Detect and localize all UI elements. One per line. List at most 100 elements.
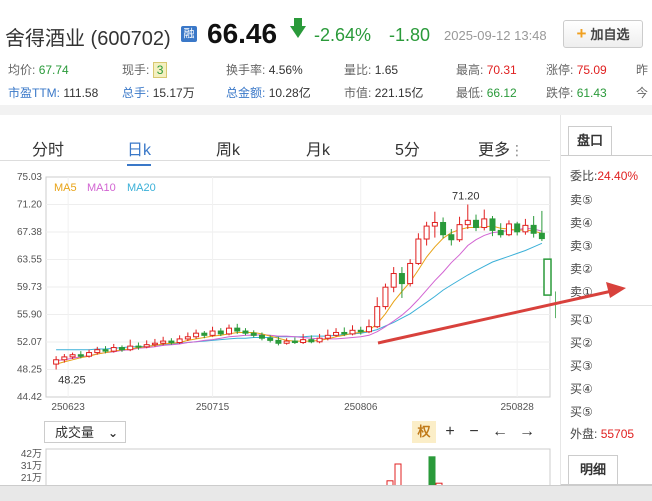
candle-up	[226, 327, 233, 335]
tab-monthly-k[interactable]: 月k	[306, 136, 330, 160]
candle-up	[127, 345, 134, 351]
candle-down	[357, 329, 364, 333]
sell-level-3: 卖③	[570, 239, 593, 253]
bid-ask-divider	[561, 305, 652, 306]
candle-down	[267, 337, 274, 341]
stat-limitdown: 跌停: 61.43	[546, 86, 607, 100]
candle-up	[193, 332, 200, 338]
min-price-label: 48.25	[58, 374, 86, 386]
quote-timestamp: 2025-09-12 13:48	[444, 28, 547, 43]
tab-details[interactable]: 明细	[568, 455, 618, 484]
y-tick-label: 48.25	[17, 364, 42, 375]
tab-more[interactable]: 更多⋮	[478, 136, 524, 160]
tab-timeshare[interactable]: 分时	[32, 136, 64, 160]
stat-volratio: 量比: 1.65	[344, 63, 399, 77]
section-divider	[0, 105, 652, 115]
candle-up	[407, 262, 414, 285]
adjust-rights-button[interactable]: 权	[412, 421, 436, 443]
volume-indicator-select[interactable]: 成交量 ⌄	[44, 421, 126, 443]
stat-total-amount[interactable]: 总金额: 10.28亿	[226, 84, 311, 101]
pan-right-button[interactable]: →	[515, 421, 539, 443]
buy-level-1: 买①	[570, 313, 593, 327]
stat-pe[interactable]: 市盈TTM: 111.58	[8, 84, 98, 101]
zoom-in-button[interactable]: +	[438, 421, 462, 443]
candle-down	[497, 229, 504, 236]
y-tick-label: 67.38	[17, 227, 42, 238]
candle-down	[530, 224, 537, 234]
stat-limitup: 涨停: 75.09	[546, 63, 607, 77]
candle-up	[324, 334, 331, 339]
add-favorite-button[interactable]: + 加自选	[563, 20, 643, 48]
candle-down	[234, 327, 241, 332]
candle-up	[431, 221, 438, 227]
zoom-out-button[interactable]: −	[462, 421, 486, 443]
candle-up	[415, 238, 422, 264]
candle-up	[423, 225, 430, 240]
candle-up	[209, 330, 216, 336]
candle-up	[365, 326, 372, 333]
candle-down	[102, 349, 109, 352]
pan-left-button[interactable]: ←	[488, 421, 512, 443]
plus-icon: +	[576, 24, 587, 43]
candle-up	[481, 218, 488, 229]
chart-toolbar: 权 + − ← →	[410, 421, 540, 443]
bottom-scrollbar[interactable]	[0, 485, 652, 501]
tab-weekly-k[interactable]: 周k	[216, 136, 240, 160]
candle-down	[514, 223, 521, 233]
candlestick-chart[interactable]: 75.03 71.20 67.38 63.55 59.73 55.90 52.07 48.25…	[0, 165, 556, 410]
candle-down	[118, 347, 125, 351]
tab-daily-k[interactable]: 日k	[127, 136, 152, 166]
candle-up	[382, 286, 389, 308]
candle-up	[464, 219, 471, 226]
stock-title: 舍得酒业 (600702)	[5, 28, 171, 50]
candle-down	[448, 234, 455, 241]
buy-level-5: 买⑤	[570, 405, 593, 419]
stat-mktcap: 市值: 221.15亿	[344, 86, 424, 100]
candle-down	[473, 219, 480, 229]
candle-down	[258, 334, 265, 339]
candle-up	[160, 340, 167, 344]
current-price: 66.46	[207, 18, 278, 49]
candle-down	[308, 339, 315, 343]
y-tick-label: 71.20	[17, 200, 42, 211]
stat-low: 最低: 66.12	[456, 86, 517, 100]
y-tick-label: 75.03	[17, 172, 42, 183]
add-favorite-label: 加自选	[590, 27, 630, 42]
buy-level-4: 买④	[570, 382, 593, 396]
sell-level-2: 卖②	[570, 262, 593, 276]
y-tick-label: 63.55	[17, 255, 42, 266]
stat-high: 最高: 70.31	[456, 63, 517, 77]
side-tab-line	[561, 155, 652, 156]
y-tick-label: 59.73	[17, 282, 42, 293]
candle-up	[505, 223, 512, 236]
tab-5min[interactable]: 5分	[395, 136, 420, 160]
candle-up	[390, 273, 397, 288]
ma5-line	[55, 225, 543, 365]
tab-order-book[interactable]: 盘口	[568, 126, 612, 155]
candle-up	[333, 331, 340, 336]
volume-y-tick: 31万	[21, 461, 42, 472]
stat-hand: 现手: 3	[122, 61, 168, 78]
candle-down	[242, 330, 249, 334]
candle-down	[291, 340, 298, 344]
legend-ma10: MA10	[87, 182, 116, 194]
quote-header: 舍得酒业 (600702) 融 66.46 -2.64% -1.80 2025-…	[0, 0, 652, 50]
candle-up	[316, 337, 323, 343]
y-tick-label: 52.07	[17, 337, 42, 348]
x-tick-label: 250623	[51, 402, 85, 410]
margin-trading-badge[interactable]: 融	[181, 26, 197, 42]
candle-down	[168, 340, 175, 344]
max-price-label: 71.20	[452, 191, 480, 203]
candle-down	[77, 354, 84, 357]
y-tick-label: 55.90	[17, 309, 42, 320]
stat-total-hand[interactable]: 总手: 15.17万	[122, 84, 195, 101]
candle-up	[283, 340, 290, 344]
candle-down	[341, 331, 348, 335]
candle-down	[489, 218, 496, 231]
candle-up	[61, 356, 68, 361]
sell-level-5: 卖⑤	[570, 193, 593, 207]
candle-up	[110, 347, 117, 352]
quote-stats: 均价: 67.74 现手: 3 换手率: 4.56% 量比: 1.65 最高: …	[0, 55, 652, 105]
webi-row: 委比:24.40%	[570, 169, 639, 183]
candle-down	[135, 345, 142, 348]
